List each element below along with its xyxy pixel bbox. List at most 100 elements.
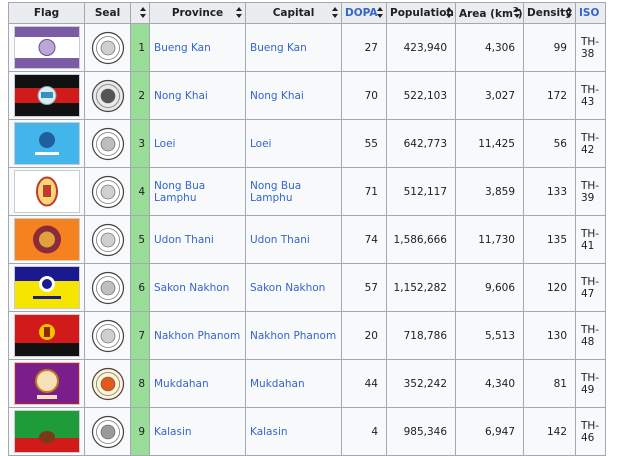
province-seal-icon[interactable] (86, 175, 130, 209)
sort-arrows-icon[interactable] (514, 7, 520, 18)
header-province[interactable]: Province (149, 2, 246, 24)
province-link[interactable]: Kalasin (154, 426, 192, 438)
province-seal-icon[interactable] (86, 415, 130, 449)
density-cell: 130 (523, 311, 576, 360)
province-seal-icon[interactable] (86, 79, 130, 113)
density-cell: 135 (523, 215, 576, 264)
header-area[interactable]: Area (km2) (455, 2, 524, 24)
province-seal-icon[interactable] (86, 319, 130, 353)
iso-cell: TH-38 (575, 23, 606, 72)
header-iso[interactable]: ISO (575, 2, 606, 24)
area-cell: 3,027 (455, 71, 524, 120)
flag-cell (8, 407, 85, 456)
capital-link[interactable]: Udon Thani (250, 234, 310, 246)
row-index: 8 (130, 359, 150, 408)
row-index: 9 (130, 407, 150, 456)
sort-arrows-icon[interactable] (332, 7, 338, 18)
area-cell: 6,947 (455, 407, 524, 456)
province-cell: Udon Thani (149, 215, 246, 264)
row-index: 5 (130, 215, 150, 264)
seal-cell (84, 119, 131, 168)
sort-arrows-icon[interactable] (236, 7, 242, 18)
density-cell: 133 (523, 167, 576, 216)
province-flag-icon[interactable] (13, 74, 80, 117)
population-cell: 718,786 (386, 311, 456, 360)
iso-cell: TH-49 (575, 359, 606, 408)
population-cell: 512,117 (386, 167, 456, 216)
province-seal-icon[interactable] (86, 127, 130, 161)
province-table: Flag Seal Province Capital DOPA Populati… (8, 2, 606, 456)
row-index: 2 (130, 71, 150, 120)
province-flag-icon[interactable] (13, 266, 80, 309)
flag-cell (8, 263, 85, 312)
capital-cell: Nakhon Phanom (245, 311, 342, 360)
dopa-cell: 4 (341, 407, 387, 456)
header-population[interactable]: Population (386, 2, 456, 24)
iso-cell: TH-47 (575, 263, 606, 312)
seal-cell (84, 359, 131, 408)
province-link[interactable]: Bueng Kan (154, 42, 211, 54)
capital-link[interactable]: Bueng Kan (250, 42, 307, 54)
province-link[interactable]: Mukdahan (154, 378, 209, 390)
table-row: 6 Sakon Nakhon Sakon Nakhon 57 1,152,282… (8, 263, 606, 312)
capital-link[interactable]: Nong Khai (250, 90, 304, 102)
province-flag-icon[interactable] (13, 122, 80, 165)
dopa-cell: 20 (341, 311, 387, 360)
province-seal-icon[interactable] (86, 271, 130, 305)
header-row: Flag Seal Province Capital DOPA Populati… (8, 2, 606, 24)
capital-link[interactable]: Nong Bua Lamphu (250, 180, 301, 204)
iso-cell: TH-41 (575, 215, 606, 264)
sort-arrows-icon[interactable] (566, 7, 572, 18)
seal-cell (84, 167, 131, 216)
header-flag: Flag (8, 2, 85, 24)
capital-link[interactable]: Nakhon Phanom (250, 330, 336, 342)
header-dopa-link[interactable]: DOPA (345, 7, 378, 19)
header-density[interactable]: Density (523, 2, 576, 24)
province-cell: Kalasin (149, 407, 246, 456)
capital-link[interactable]: Mukdahan (250, 378, 305, 390)
header-iso-link[interactable]: ISO (579, 7, 599, 19)
province-link[interactable]: Loei (154, 138, 175, 150)
province-link[interactable]: Udon Thani (154, 234, 214, 246)
province-seal-icon[interactable] (86, 31, 130, 65)
header-dopa[interactable]: DOPA (341, 2, 387, 24)
dopa-cell: 44 (341, 359, 387, 408)
province-cell: Nakhon Phanom (149, 311, 246, 360)
province-cell: Loei (149, 119, 246, 168)
province-flag-icon[interactable] (13, 362, 80, 405)
sort-arrows-icon[interactable] (377, 7, 383, 18)
header-seal-label: Seal (94, 7, 121, 19)
dopa-cell: 74 (341, 215, 387, 264)
area-cell: 4,306 (455, 23, 524, 72)
capital-cell: Mukdahan (245, 359, 342, 408)
province-link[interactable]: Sakon Nakhon (154, 282, 229, 294)
flag-cell (8, 167, 85, 216)
sort-arrows-icon[interactable] (140, 7, 146, 18)
capital-link[interactable]: Kalasin (250, 426, 288, 438)
row-index: 3 (130, 119, 150, 168)
province-link[interactable]: Nong Khai (154, 90, 208, 102)
province-flag-icon[interactable] (13, 314, 80, 357)
province-seal-icon[interactable] (86, 223, 130, 257)
province-flag-icon[interactable] (13, 26, 80, 69)
capital-link[interactable]: Loei (250, 138, 271, 150)
dopa-cell: 70 (341, 71, 387, 120)
seal-cell (84, 407, 131, 456)
density-cell: 120 (523, 263, 576, 312)
province-flag-icon[interactable] (13, 410, 80, 453)
province-link[interactable]: Nong Bua Lamphu (154, 180, 205, 204)
province-flag-icon[interactable] (13, 218, 80, 261)
table-row: 8 Mukdahan Mukdahan 44 352,242 4,340 81 … (8, 359, 606, 408)
header-index-sort[interactable] (130, 2, 150, 24)
header-province-label: Province (171, 7, 224, 19)
province-link[interactable]: Nakhon Phanom (154, 330, 240, 342)
province-seal-icon[interactable] (86, 367, 130, 401)
capital-cell: Bueng Kan (245, 23, 342, 72)
province-cell: Sakon Nakhon (149, 263, 246, 312)
dopa-cell: 55 (341, 119, 387, 168)
header-capital[interactable]: Capital (245, 2, 342, 24)
province-flag-icon[interactable] (13, 170, 80, 213)
seal-cell (84, 263, 131, 312)
capital-link[interactable]: Sakon Nakhon (250, 282, 325, 294)
sort-arrows-icon[interactable] (446, 7, 452, 18)
